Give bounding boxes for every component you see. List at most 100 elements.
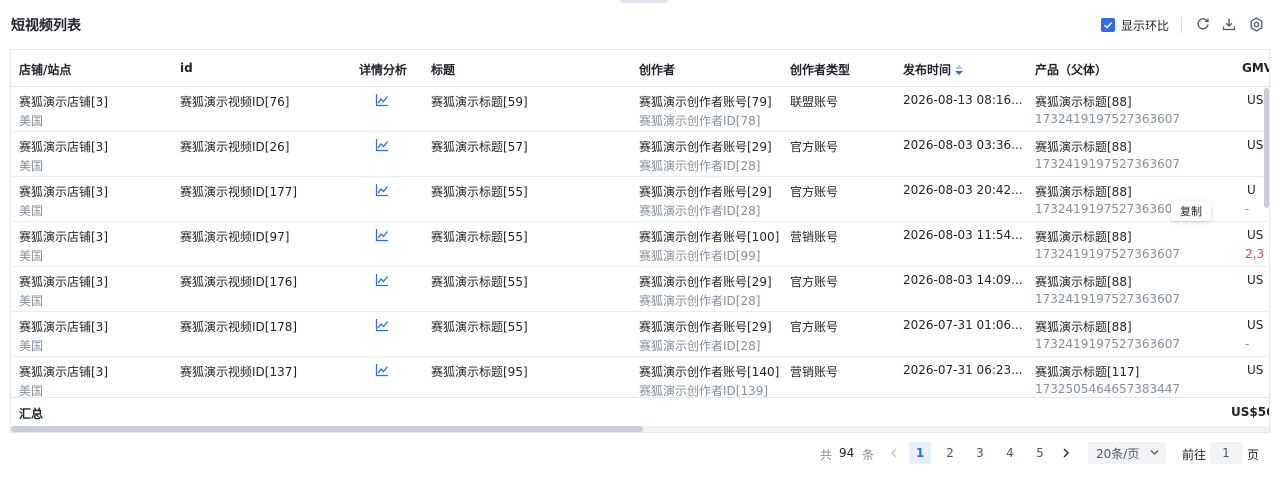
product-id[interactable]: 1732419197527363607 [1035,337,1180,351]
publish-time: 2026-08-03 11:54... [903,228,1023,242]
gmv-change: 2,3 [1245,247,1265,261]
video-title[interactable]: 赛狐演示标题[55] [431,228,528,245]
show-yoy-label: 显示环比 [1121,18,1170,33]
page-2[interactable]: 2 [939,442,961,464]
publish-time: 2026-08-03 03:36... [903,138,1023,152]
site-name: 美国 [19,114,44,128]
page-size-select[interactable]: 20条/页 [1088,442,1166,464]
product-id[interactable]: 1732419197527363607 [1035,247,1180,261]
video-title[interactable]: 赛狐演示标题[55] [431,273,528,290]
trend-chart-icon[interactable] [375,93,389,107]
video-id[interactable]: 赛狐演示视频ID[178] [180,318,297,335]
download-icon[interactable] [1221,16,1237,32]
creator-account[interactable]: 赛狐演示创作者账号[29] [639,138,772,155]
product-title[interactable]: 赛狐演示标题[117] [1035,363,1139,380]
col-creator-type: 创作者类型 [790,63,851,77]
trend-chart-icon[interactable] [375,318,389,332]
gmv-value: US [1247,228,1264,242]
product-id[interactable]: 1732419197527363607 [1035,157,1180,171]
video-id[interactable]: 赛狐演示视频ID[97] [180,228,289,245]
refresh-icon[interactable] [1195,16,1211,32]
store-name: 赛狐演示店铺[3] [19,230,108,244]
store-name: 赛狐演示店铺[3] [19,185,108,199]
publish-time: 2026-07-31 06:23... [903,363,1023,377]
creator-type: 官方账号 [790,275,839,289]
page-1[interactable]: 1 [909,442,931,464]
video-id[interactable]: 赛狐演示视频ID[137] [180,363,297,380]
store-name: 赛狐演示店铺[3] [19,95,108,109]
next-page-icon[interactable] [1058,442,1074,464]
video-id[interactable]: 赛狐演示视频ID[176] [180,273,297,290]
page-3[interactable]: 3 [969,442,991,464]
creator-account[interactable]: 赛狐演示创作者账号[140] [639,363,779,380]
gmv-value: US [1247,93,1264,107]
col-gmv: GMV [1242,61,1270,75]
video-title[interactable]: 赛狐演示标题[59] [431,93,528,110]
store-name: 赛狐演示店铺[3] [19,275,108,289]
vertical-scrollbar-thumb[interactable] [1264,88,1269,208]
trend-chart-icon[interactable] [375,138,389,152]
creator-type: 营销账号 [790,230,839,244]
product-id[interactable]: 1732505464657383447 [1035,382,1180,396]
video-id[interactable]: 赛狐演示视频ID[76] [180,93,289,110]
table-body: 赛狐演示店铺[3] 美国 赛狐演示视频ID[76] 赛狐演示标题[59] 赛狐演… [11,87,1269,397]
product-id[interactable]: 1732419197527363607 [1035,112,1180,126]
creator-account[interactable]: 赛狐演示创作者账号[29] [639,273,772,290]
trend-chart-icon[interactable] [375,228,389,242]
trend-chart-icon[interactable] [375,363,389,377]
creator-account[interactable]: 赛狐演示创作者账号[100] [639,228,779,245]
creator-account[interactable]: 赛狐演示创作者账号[29] [639,318,772,335]
col-publish-time[interactable]: 发布时间 [903,61,964,78]
creator-id: 赛狐演示创作者ID[99] [639,249,761,263]
video-title[interactable]: 赛狐演示标题[95] [431,363,528,380]
product-title[interactable]: 赛狐演示标题[88] [1035,93,1132,110]
toolbar-divider [1181,17,1182,33]
settings-icon[interactable] [1248,16,1264,32]
product-title[interactable]: 赛狐演示标题[88] [1035,318,1132,335]
creator-account[interactable]: 赛狐演示创作者账号[79] [639,93,772,110]
trend-chart-icon[interactable] [375,273,389,287]
trend-chart-icon[interactable] [375,183,389,197]
sort-icon[interactable] [955,64,964,77]
table-row: 赛狐演示店铺[3] 美国 赛狐演示视频ID[176] 赛狐演示标题[55] 赛狐… [11,267,1269,312]
video-id[interactable]: 赛狐演示视频ID[177] [180,183,297,200]
goto-page-input[interactable] [1210,442,1242,464]
video-id[interactable]: 赛狐演示视频ID[26] [180,138,289,155]
gmv-value: US [1247,363,1264,377]
copy-tooltip[interactable]: 复制 [1171,201,1211,221]
product-id[interactable]: 1732419197527363607 [1035,292,1180,306]
table-row: 赛狐演示店铺[3] 美国 赛狐演示视频ID[137] 赛狐演示标题[95] 赛狐… [11,357,1269,397]
goto-suffix: 页 [1247,448,1260,462]
product-title[interactable]: 赛狐演示标题[88] [1035,138,1132,155]
check-icon [1103,22,1113,29]
product-title[interactable]: 赛狐演示标题[88] [1035,183,1132,200]
creator-account[interactable]: 赛狐演示创作者账号[29] [639,183,772,200]
video-title[interactable]: 赛狐演示标题[55] [431,318,528,335]
site-name: 美国 [19,339,44,353]
product-title[interactable]: 赛狐演示标题[88] [1035,228,1132,245]
creator-id: 赛狐演示创作者ID[78] [639,114,761,128]
show-yoy-toggle[interactable]: 显示环比 [1101,17,1169,33]
col-detail: 详情分析 [359,63,408,77]
site-name: 美国 [19,249,44,263]
table-row: 赛狐演示店铺[3] 美国 赛狐演示视频ID[26] 赛狐演示标题[57] 赛狐演… [11,132,1269,177]
creator-id: 赛狐演示创作者ID[28] [639,204,761,218]
page-4[interactable]: 4 [999,442,1021,464]
prev-page-icon[interactable] [886,442,902,464]
gmv-value: US [1247,273,1264,287]
product-title[interactable]: 赛狐演示标题[88] [1035,273,1132,290]
table-header: 店铺/站点 id 详情分析 标题 创作者 创作者类型 发布时间 产品（父体） G… [11,50,1270,87]
product-id[interactable]: 1732419197527363607 [1035,202,1180,216]
site-name: 美国 [19,204,44,218]
table-row: 赛狐演示店铺[3] 美国 赛狐演示视频ID[76] 赛狐演示标题[59] 赛狐演… [11,87,1269,132]
show-yoy-checkbox[interactable] [1101,18,1115,32]
horizontal-scrollbar-thumb[interactable] [11,426,643,432]
total-suffix: 条 [862,448,875,462]
page-5[interactable]: 5 [1029,442,1051,464]
page-title: 短视频列表 [11,18,81,34]
col-creator: 创作者 [639,63,676,77]
video-title[interactable]: 赛狐演示标题[57] [431,138,528,155]
chevron-down-icon [1150,450,1159,455]
video-title[interactable]: 赛狐演示标题[55] [431,183,528,200]
table-row: 赛狐演示店铺[3] 美国 赛狐演示视频ID[177] 赛狐演示标题[55] 赛狐… [11,177,1269,222]
